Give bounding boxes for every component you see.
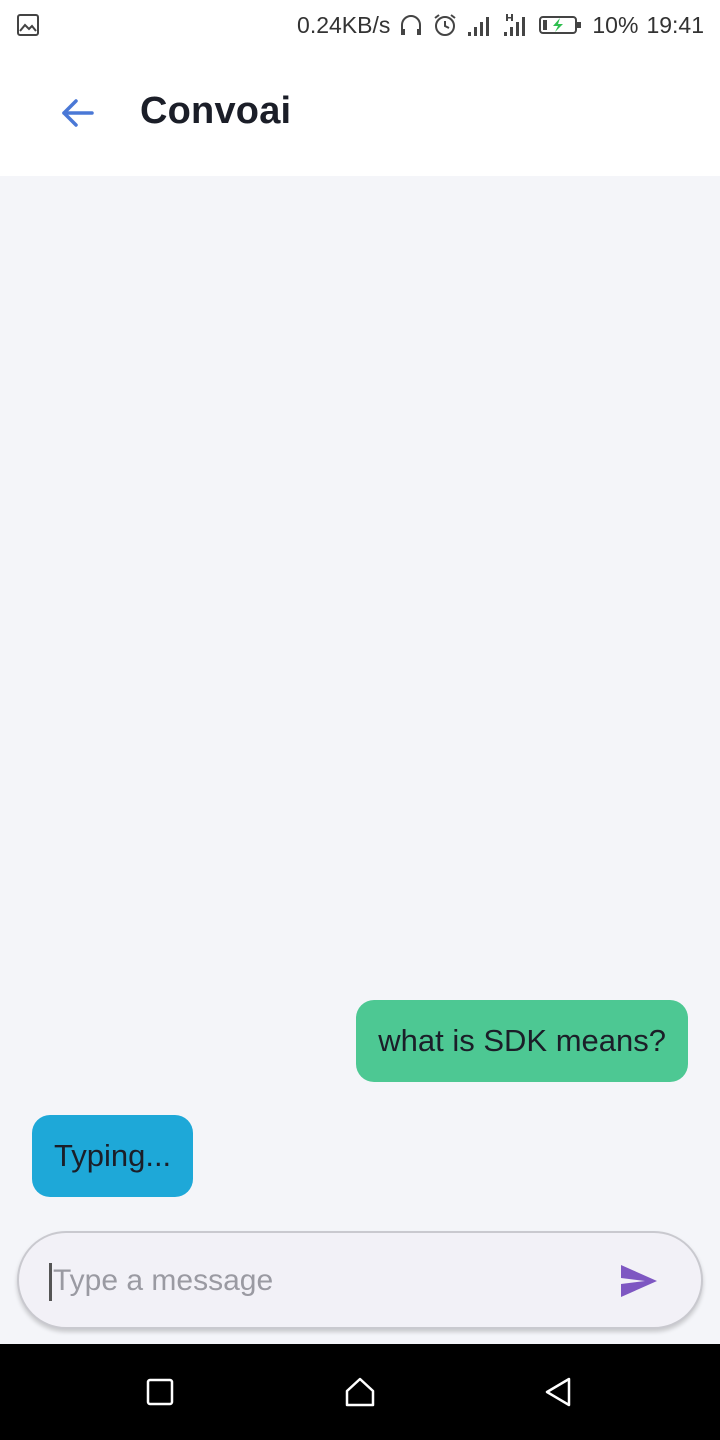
signal-hplus-icon (504, 14, 526, 36)
arrow-left-icon (62, 99, 94, 127)
message-text: Typing... (54, 1138, 172, 1173)
back-nav-button[interactable] (538, 1372, 578, 1412)
navigation-bar (0, 1344, 720, 1440)
back-triangle-icon (545, 1377, 571, 1407)
network-speed: 0.24KB/s (297, 11, 391, 38)
message-text: what is SDK means? (378, 1023, 666, 1058)
back-button[interactable] (52, 88, 102, 138)
home-icon (345, 1377, 375, 1407)
send-button[interactable] (617, 1259, 661, 1303)
recents-button[interactable] (140, 1372, 180, 1412)
clock: 19:41 (646, 11, 704, 38)
headphones-icon (401, 15, 422, 35)
alarm-icon (434, 14, 456, 36)
app-bar: Convoai (0, 50, 720, 176)
status-indicators: 0.24KB/s 10% 19:41 (297, 10, 704, 40)
recents-icon (146, 1378, 174, 1406)
chat-area[interactable]: what is SDK means? Typing... (0, 176, 720, 1344)
signal-icon (468, 17, 490, 36)
status-bar: 0.24KB/s 10% 19:41 (0, 0, 720, 50)
bot-message-bubble: Typing... (32, 1115, 194, 1197)
gallery-icon (17, 14, 39, 36)
send-icon (621, 1265, 657, 1297)
message-composer (17, 1231, 703, 1329)
page-title: Convoai (140, 90, 292, 132)
battery-charging-icon (539, 16, 582, 34)
message-input[interactable] (49, 1253, 589, 1309)
home-button[interactable] (340, 1372, 380, 1412)
user-message-bubble: what is SDK means? (356, 1000, 688, 1082)
battery-percent: 10% (592, 11, 639, 38)
